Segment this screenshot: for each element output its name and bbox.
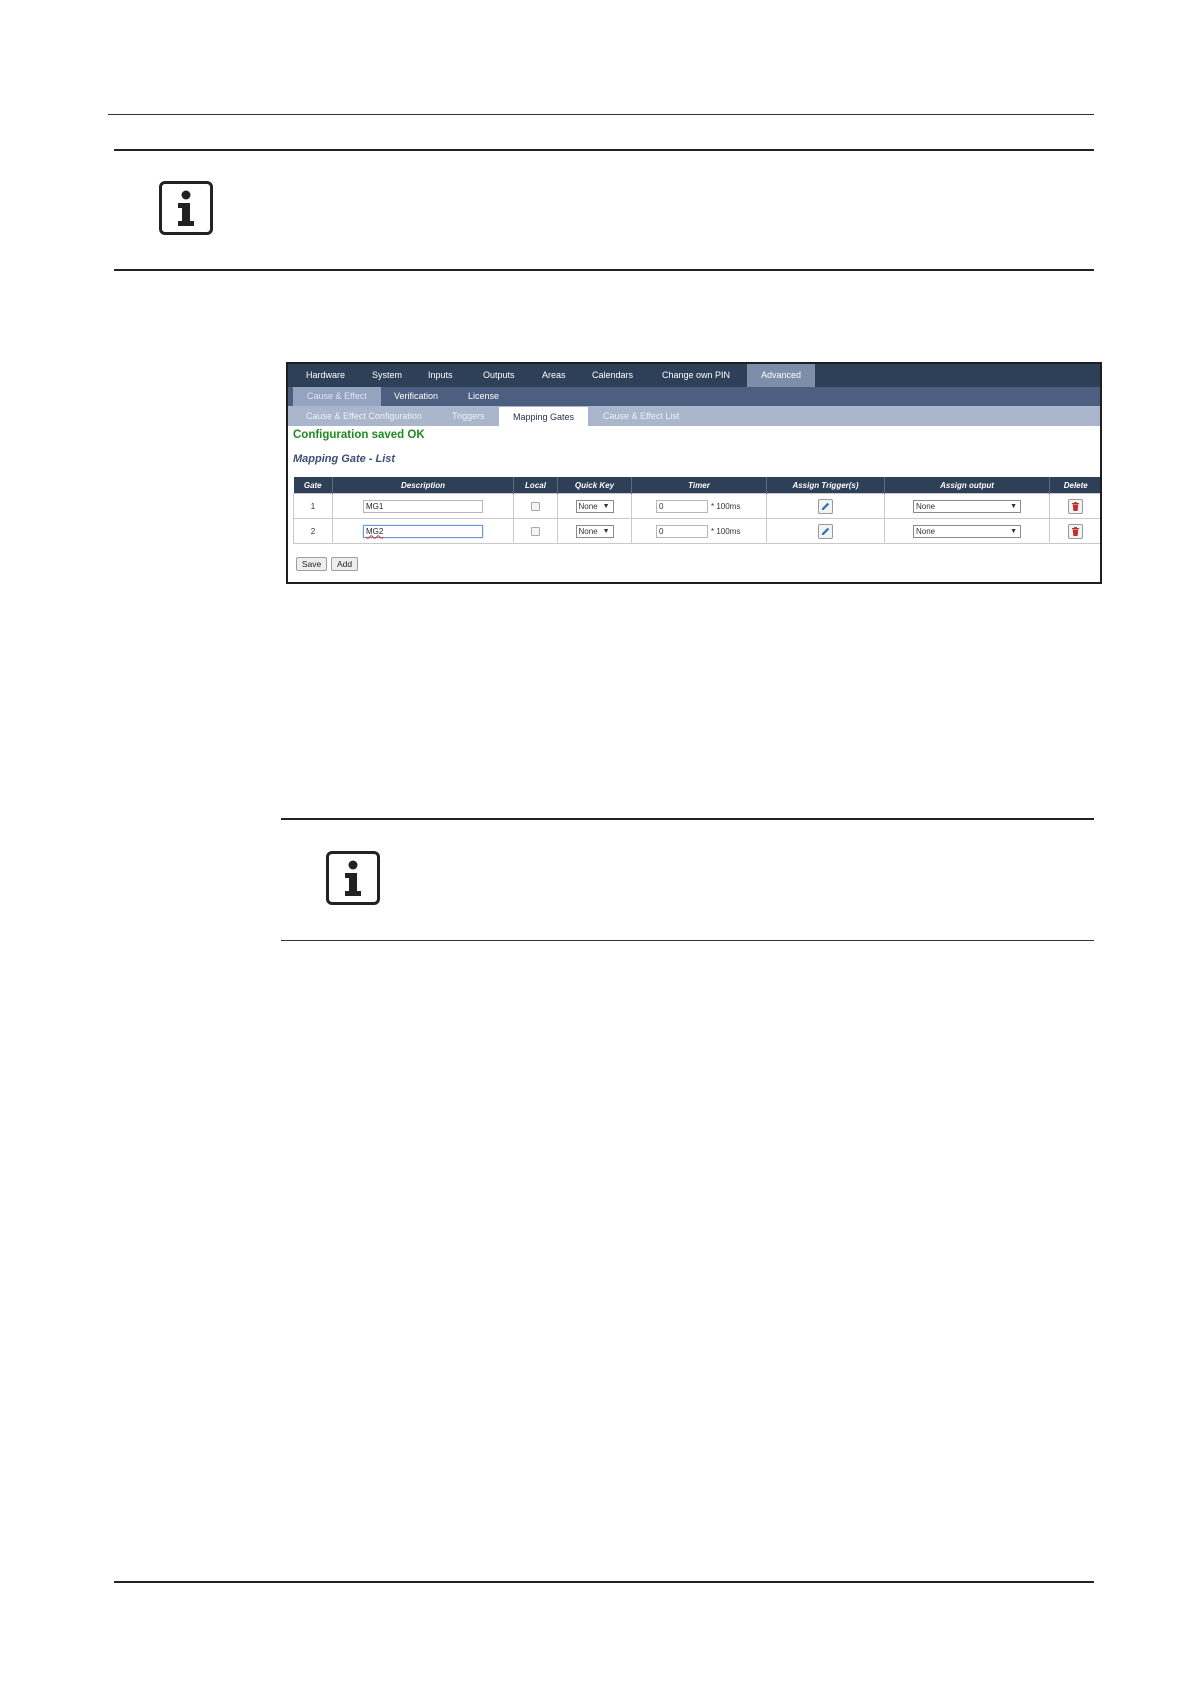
assign-trigger-button[interactable] (818, 498, 833, 514)
quick-key-select[interactable]: None ▼ (575, 499, 614, 513)
tab-triggers[interactable]: Triggers (452, 406, 485, 426)
column-header-gate: Gate (293, 477, 333, 494)
tab-cause-effect-configuration[interactable]: Cause & Effect Configuration (306, 406, 422, 426)
local-checkbox[interactable] (531, 501, 540, 511)
tab-hardware[interactable]: Hardware (306, 364, 345, 387)
assign-trigger-button[interactable] (818, 523, 833, 539)
tab-mapping-gates[interactable]: Mapping Gates (499, 407, 589, 426)
table-header-row: Gate Description Local Quick Key Timer A… (293, 477, 1100, 494)
tab-areas[interactable]: Areas (542, 364, 566, 387)
pencil-icon (822, 502, 830, 510)
table-row: 2 MG2 None ▼ 0 * 100ms None ▼ (293, 518, 1100, 544)
sub-sub-nav: Cause & Effect Configuration Triggers Ma… (288, 406, 1100, 426)
timer-unit: * 100ms (711, 501, 741, 511)
header-rule (108, 114, 1094, 115)
triangle-down-icon: ▼ (1010, 527, 1017, 535)
column-header-timer: Timer (631, 477, 767, 494)
note-box-2-bottom-rule (281, 940, 1094, 941)
trash-icon (1072, 526, 1079, 536)
page-title: Mapping Gate - List (293, 453, 396, 465)
pencil-icon (822, 527, 830, 535)
assign-output-value: None (916, 526, 936, 536)
column-header-assign-triggers: Assign Trigger(s) (766, 477, 885, 494)
tab-advanced[interactable]: Advanced (747, 364, 816, 387)
quick-key-select[interactable]: None ▼ (575, 524, 614, 538)
note-box-bottom-rule (114, 269, 1094, 271)
quick-key-value: None (578, 501, 598, 511)
assign-output-select[interactable]: None ▼ (913, 524, 1021, 538)
save-button[interactable]: Save (296, 557, 327, 571)
footer-rule (114, 1581, 1094, 1583)
sub-nav: Cause & Effect Verification License (288, 387, 1100, 406)
tab-verification[interactable]: Verification (394, 387, 438, 406)
note-box-top-rule (114, 149, 1094, 151)
column-header-quick-key: Quick Key (557, 477, 632, 494)
description-input[interactable]: MG1 (363, 499, 483, 513)
add-button[interactable]: Add (331, 557, 358, 571)
info-icon (159, 181, 213, 235)
delete-button[interactable] (1068, 523, 1083, 539)
column-header-description: Description (332, 477, 514, 494)
description-value: MG2 (366, 526, 384, 536)
column-header-assign-output: Assign output (884, 477, 1050, 494)
table-row: 1 MG1 None ▼ 0 * 100ms None ▼ (293, 493, 1100, 519)
column-header-delete: Delete (1049, 477, 1100, 494)
triangle-down-icon: ▼ (602, 527, 610, 535)
timer-unit: * 100ms (711, 526, 741, 536)
assign-output-value: None (916, 501, 936, 511)
tab-cause-effect-list[interactable]: Cause & Effect List (603, 406, 679, 426)
gate-number: 1 (293, 493, 333, 519)
mapping-gate-table: Gate Description Local Quick Key Timer A… (293, 477, 1100, 544)
column-header-local: Local (513, 477, 558, 494)
mapping-gates-screenshot: Hardware System Inputs Outputs Areas Cal… (286, 362, 1102, 584)
note-box-2-top-rule (281, 818, 1094, 820)
status-message: Configuration saved OK (293, 429, 425, 441)
tab-cause-effect[interactable]: Cause & Effect (293, 387, 381, 406)
assign-output-select[interactable]: None ▼ (913, 499, 1021, 513)
trash-icon (1072, 501, 1079, 511)
tab-inputs[interactable]: Inputs (428, 364, 453, 387)
timer-input[interactable]: 0 (656, 524, 708, 538)
delete-button[interactable] (1068, 498, 1083, 514)
main-nav: Hardware System Inputs Outputs Areas Cal… (288, 364, 1100, 387)
quick-key-value: None (578, 526, 598, 536)
tab-license[interactable]: License (468, 387, 499, 406)
triangle-down-icon: ▼ (1010, 502, 1017, 510)
tab-change-own-pin[interactable]: Change own PIN (662, 364, 730, 387)
local-checkbox[interactable] (531, 526, 540, 536)
description-input[interactable]: MG2 (363, 524, 483, 538)
tab-system[interactable]: System (372, 364, 402, 387)
tab-outputs[interactable]: Outputs (483, 364, 515, 387)
info-icon (326, 851, 380, 905)
timer-input[interactable]: 0 (656, 499, 708, 513)
tab-calendars[interactable]: Calendars (592, 364, 633, 387)
gate-number: 2 (293, 518, 333, 544)
triangle-down-icon: ▼ (602, 502, 610, 510)
